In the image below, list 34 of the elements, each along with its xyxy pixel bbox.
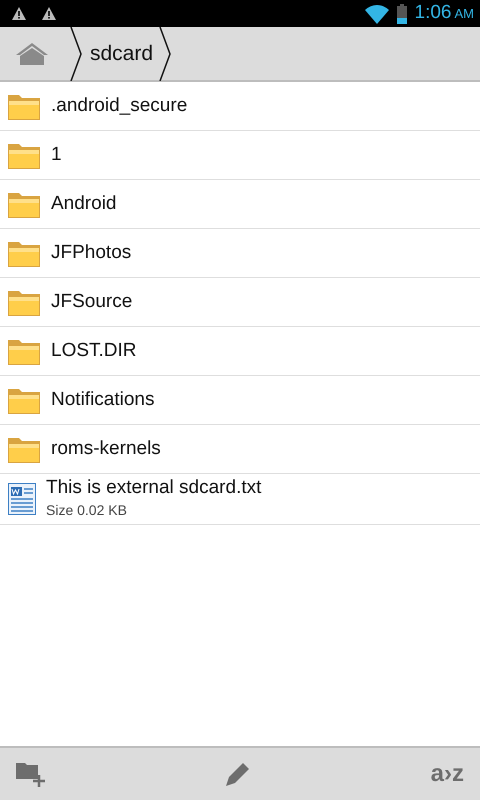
edit-button[interactable] bbox=[226, 762, 250, 786]
warning-icon bbox=[42, 7, 56, 20]
chevron-separator bbox=[159, 27, 172, 81]
sort-button[interactable]: a›z bbox=[430, 762, 464, 786]
file-name[interactable]: JFPhotos bbox=[51, 242, 132, 264]
file-name[interactable]: roms-kernels bbox=[51, 438, 161, 460]
file-name[interactable]: This is external sdcard.txt bbox=[46, 477, 262, 500]
warning-icon bbox=[12, 7, 26, 20]
clock-time: 1:06 bbox=[414, 1, 452, 26]
file-name[interactable]: 1 bbox=[51, 144, 62, 166]
file-size: Size 0.02 KB bbox=[46, 500, 128, 520]
folder-icon bbox=[8, 386, 41, 414]
breadcrumb-item[interactable]: sdcard bbox=[82, 27, 160, 80]
new-folder-button[interactable] bbox=[16, 760, 46, 788]
chevron-separator bbox=[70, 27, 82, 81]
new-folder-icon bbox=[16, 760, 46, 788]
document-icon bbox=[8, 483, 36, 515]
folder-icon bbox=[8, 92, 41, 120]
wifi-icon bbox=[364, 4, 389, 24]
pencil-icon bbox=[226, 762, 250, 786]
file-name[interactable]: Android bbox=[51, 192, 116, 216]
file-name[interactable]: LOST.DIR bbox=[51, 340, 137, 362]
home-icon bbox=[16, 42, 48, 64]
folder-icon bbox=[8, 141, 41, 169]
folder-icon bbox=[8, 337, 41, 365]
folder-icon bbox=[8, 288, 41, 316]
folder-icon bbox=[8, 435, 41, 463]
file-name[interactable]: Notifications bbox=[51, 388, 154, 412]
folder-icon bbox=[8, 190, 41, 218]
file-name[interactable]: .android_secure bbox=[51, 94, 188, 118]
clock-meridiem: AM bbox=[454, 4, 474, 23]
battery-icon bbox=[396, 4, 407, 24]
file-name[interactable]: JFSource bbox=[51, 290, 132, 314]
folder-icon bbox=[8, 239, 41, 267]
